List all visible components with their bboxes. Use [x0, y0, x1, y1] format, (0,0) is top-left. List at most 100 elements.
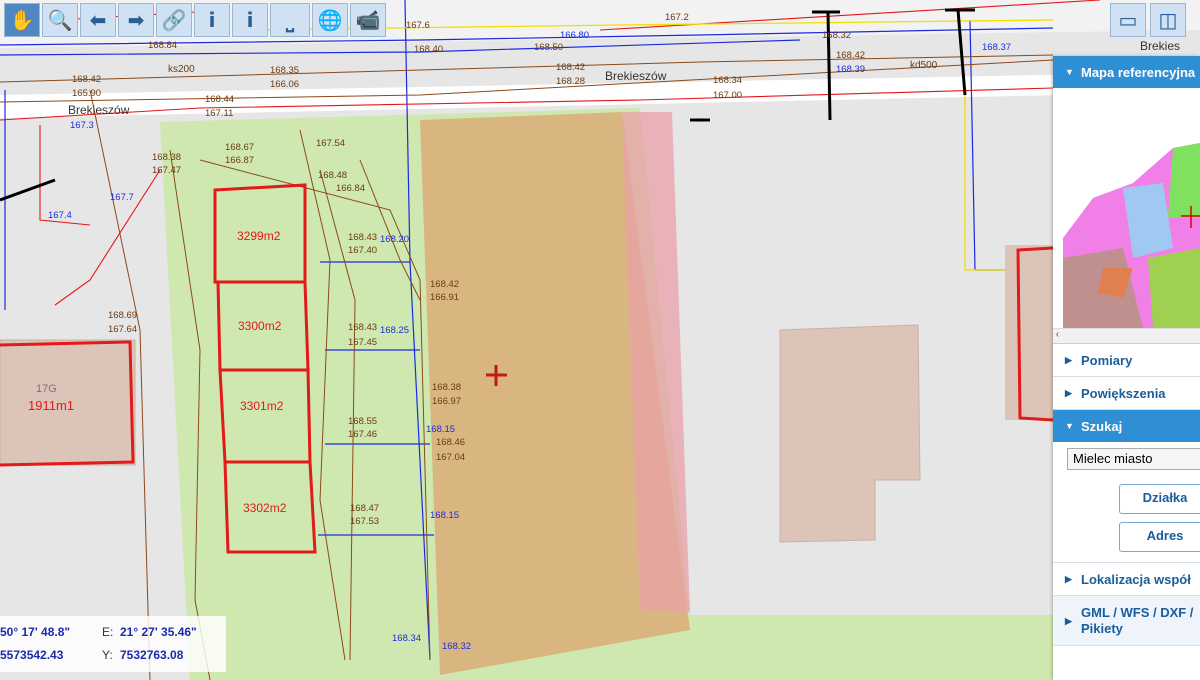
ref-map-scrollbar[interactable]: ‹	[1053, 328, 1200, 343]
elevation-label: 168.67	[225, 142, 254, 153]
elevation-label: 168.43	[348, 322, 377, 333]
pomiary-header[interactable]: ▶ Pomiary	[1053, 344, 1200, 377]
street-label: Brekies	[1140, 39, 1180, 53]
municipality-select[interactable]: Mielec miasto	[1067, 448, 1200, 470]
elevation-label: 168.34	[713, 75, 742, 86]
parcel-label: 3300m2	[238, 319, 282, 333]
elevation-label: 167.45	[348, 337, 377, 348]
elevation-label: 167.04	[436, 452, 465, 463]
dzialka-button[interactable]: Działka	[1119, 484, 1200, 514]
search-section: Mielec miasto Działka Adres	[1053, 442, 1200, 563]
elevation-label: 168.40	[414, 44, 443, 55]
elevation-label: 166.87	[225, 155, 254, 166]
elevation-label: 168.15	[430, 510, 459, 521]
camera-icon[interactable]: 📹	[350, 3, 386, 37]
forward-icon[interactable]: ➡	[118, 3, 154, 37]
elevation-label: 168.15	[426, 424, 455, 435]
elevation-label: 168.25	[380, 325, 409, 336]
powiekszenia-label: Powiększenia	[1081, 385, 1166, 401]
elevation-label: 166.84	[336, 183, 365, 194]
elevation-label: 166.97	[432, 396, 461, 407]
window-layout-icon[interactable]: ▭	[1110, 3, 1146, 37]
elevation-label: 168.37	[982, 42, 1011, 53]
elevation-label: 166.91	[430, 292, 459, 303]
lokalizacja-header[interactable]: ▶ Lokalizacja współ	[1053, 563, 1200, 596]
gml-line-2: Pikiety	[1081, 620, 1123, 636]
szukaj-header[interactable]: ▼ Szukaj	[1053, 410, 1200, 442]
e-label: E:	[102, 625, 114, 639]
expand-arrow-icon: ▶	[1065, 615, 1072, 626]
view-toolbar: ▭ ◫	[1110, 3, 1186, 37]
elevation-label: 168.84	[148, 40, 177, 51]
elevation-label: 168.39	[836, 64, 865, 75]
reference-map-drawing	[1053, 88, 1200, 343]
reference-map[interactable]: ‹	[1053, 88, 1200, 344]
elevation-label: 165.90	[72, 88, 101, 99]
parcel-label: 3301m2	[240, 399, 284, 413]
elevation-label: 168.69	[108, 310, 137, 321]
y-label: Y:	[102, 648, 113, 662]
gml-line-1: GML / WFS / DXF /	[1081, 604, 1194, 620]
street-label: Brekieszów	[605, 69, 667, 83]
info-extended-icon[interactable]: i	[232, 3, 268, 37]
elevation-label: 168.35	[270, 65, 299, 76]
powiekszenia-header[interactable]: ▶ Powiększenia	[1053, 377, 1200, 410]
ref-map-header[interactable]: ▼ Mapa referencyjna	[1053, 56, 1200, 88]
elevation-label: 167.2	[665, 12, 689, 23]
parcel-label: 1911m1	[28, 398, 74, 413]
link-icon[interactable]: 🔗	[156, 3, 192, 37]
network-label: kd500	[910, 60, 938, 71]
parcel-number: 17G	[36, 383, 57, 395]
elevation-label: 168.42	[836, 50, 865, 61]
elevation-label: 168.43	[348, 232, 377, 243]
gml-header[interactable]: ▶ GML / WFS / DXF / Pikiety	[1053, 596, 1200, 646]
elevation-label: 168.47	[350, 503, 379, 514]
coordinates-readout: 50° 17' 48.8" E: 21° 27' 35.46" 5573542.…	[0, 616, 226, 672]
elevation-label: 168.38	[152, 152, 181, 163]
elevation-label: 166.80	[560, 30, 589, 41]
collapse-arrow-icon: ▼	[1065, 67, 1074, 77]
measure-icon[interactable]: ⎵	[270, 3, 310, 37]
elevation-label: 168.32	[822, 30, 851, 41]
elevation-label: 168.32	[442, 641, 471, 652]
elevation-label: 168.44	[205, 94, 234, 105]
map-drawing[interactable]: Brekieszów Brekieszów Brekies 3299m2 330…	[0, 0, 1200, 680]
y-value: 7532763.08	[120, 648, 184, 662]
elevation-label: 168.34	[392, 633, 421, 644]
elevation-label: 168.50	[534, 42, 563, 53]
elevation-label: 167.3	[70, 120, 94, 131]
gml-label: GML / WFS / DXF / Pikiety	[1081, 605, 1193, 637]
split-view-icon[interactable]: ◫	[1150, 3, 1186, 37]
parcel-label: 3299m2	[237, 229, 281, 243]
longitude-value: 21° 27' 35.46"	[120, 625, 197, 639]
expand-arrow-icon: ▶	[1065, 387, 1072, 398]
info-icon[interactable]: i	[194, 3, 230, 37]
elevation-label: 168.42	[556, 62, 585, 73]
globe-icon[interactable]: 🌐	[312, 3, 348, 37]
building-far-east	[1005, 245, 1055, 420]
pan-icon[interactable]: ✋	[4, 3, 40, 37]
collapse-arrow-icon: ▼	[1065, 421, 1074, 431]
elevation-label: 167.46	[348, 429, 377, 440]
adres-button[interactable]: Adres	[1119, 522, 1200, 552]
expand-arrow-icon: ▶	[1065, 573, 1072, 584]
ref-map-title: Mapa referencyjna	[1081, 64, 1196, 80]
elevation-label: 168.38	[432, 382, 461, 393]
back-icon[interactable]: ⬅	[80, 3, 116, 37]
zoom-icon[interactable]: 🔍	[42, 3, 78, 37]
map-toolbar: ✋ 🔍 ⬅ ➡ 🔗 i i ⎵ 🌐 📹	[0, 0, 390, 40]
expand-arrow-icon: ▶	[1065, 354, 1072, 365]
szukaj-label: Szukaj	[1081, 418, 1123, 434]
side-panel: ▼ Mapa referencyjna ‹ ▶ Pomiary ▶ Powięk…	[1053, 56, 1200, 680]
elevation-label: 168.28	[556, 76, 585, 87]
map-canvas[interactable]: Brekieszów Brekieszów Brekies 3299m2 330…	[0, 0, 1200, 680]
lokalizacja-label: Lokalizacja współ	[1081, 571, 1191, 587]
elevation-label: 167.11	[205, 108, 233, 119]
elevation-label: 167.40	[348, 245, 377, 256]
elevation-label: 168.48	[318, 170, 347, 181]
elevation-label: 167.53	[350, 516, 379, 527]
parcel-label: 3302m2	[243, 501, 287, 515]
elevation-label: 168.46	[436, 437, 465, 448]
elevation-label: 167.00	[713, 90, 742, 101]
street-label: Brekieszów	[68, 103, 130, 117]
